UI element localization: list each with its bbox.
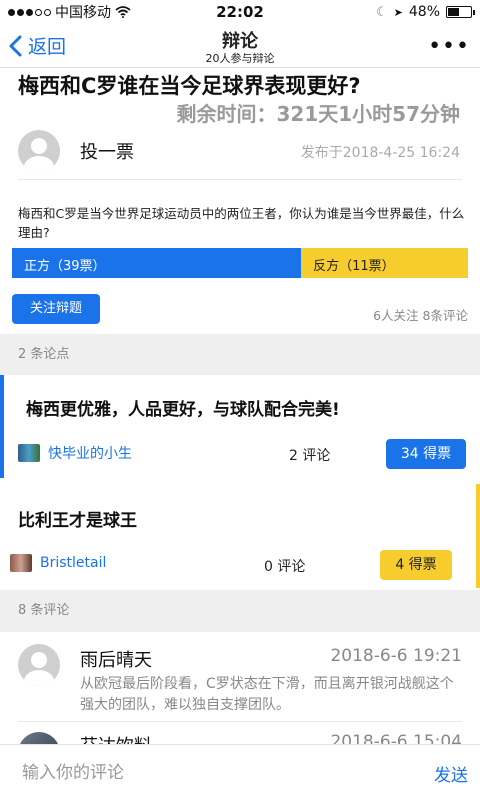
follow-topic-button[interactable]: 关注辩题 — [12, 294, 100, 324]
author-name[interactable]: 投一票 — [80, 138, 134, 164]
argument-card-con[interactable]: 比利王才是球王 Bristletail 0 评论 4 得票 — [0, 484, 480, 588]
avatar[interactable] — [18, 644, 60, 686]
status-right: ☾ ➤ 48% — [376, 4, 475, 20]
moon-icon: ☾ — [376, 4, 388, 20]
argument-score-button[interactable]: 34 得票 — [386, 439, 466, 469]
comment-item: 雨后晴天 2018-6-6 19:21 从欧冠最后阶段看，C罗状态在下滑，而且离… — [18, 644, 462, 722]
location-arrow-icon: ➤ — [393, 5, 403, 19]
signal-icon — [8, 8, 51, 16]
comment-text: 从欧冠最后阶段看，C罗状态在下滑，而且离开银河战舰这个强大的团队，难以独自支撑团… — [80, 676, 454, 713]
vote-bar: 正方（39票） 反方（11票） — [12, 248, 468, 278]
post-date: 发布于2018-4-25 16:24 — [300, 145, 460, 161]
nav-bar: 返回 辩论 20人参与辩论 ••• — [0, 24, 480, 68]
vote-pro-button[interactable]: 正方（39票） — [12, 248, 302, 278]
argument-score-button[interactable]: 4 得票 — [380, 550, 452, 580]
page-subtitle: 20人参与辩论 — [205, 52, 275, 65]
status-bar: 中国移动 22:02 ☾ ➤ 48% — [0, 0, 480, 24]
argument-comments[interactable]: 2 评论 — [289, 445, 330, 465]
send-button[interactable]: 发送 — [434, 761, 468, 786]
debate-description: 梅西和C罗是当今世界足球运动员中的两位王者，你认为谁是当今世界最佳，什么理由? — [18, 206, 465, 240]
more-icon[interactable]: ••• — [428, 34, 470, 59]
author-row: 投一票 发布于2018-4-25 16:24 — [18, 128, 462, 180]
argument-text: 比利王才是球王 — [18, 511, 137, 531]
user-avatar — [10, 554, 32, 572]
arguments-header: 2 条论点 — [0, 334, 480, 375]
comment-author: 雨后晴天 — [80, 650, 152, 671]
carrier-label: 中国移动 — [55, 5, 111, 21]
vote-con-button[interactable]: 反方（11票） — [301, 248, 468, 278]
argument-user[interactable]: 快毕业的小生 — [18, 443, 132, 463]
avatar[interactable] — [18, 130, 60, 172]
comment-input-bar: 发送 — [0, 744, 480, 800]
status-left: 中国移动 — [8, 2, 131, 22]
argument-card-pro[interactable]: 梅西更优雅，人品更好，与球队配合完美! 快毕业的小生 2 评论 34 得票 — [0, 375, 480, 478]
battery-percent: 48% — [408, 4, 440, 20]
argument-user[interactable]: Bristletail — [10, 554, 106, 572]
debate-title: 梅西和C罗谁在当今足球界表现更好? — [18, 74, 361, 98]
argument-comments[interactable]: 0 评论 — [264, 556, 305, 576]
argument-user-name: Bristletail — [40, 555, 107, 571]
battery-icon — [446, 6, 475, 18]
argument-user-name: 快毕业的小生 — [48, 446, 132, 462]
topic-stats: 6人关注 8条评论 — [373, 308, 468, 323]
argument-text: 梅西更优雅，人品更好，与球队配合完美! — [26, 400, 340, 420]
user-avatar — [18, 444, 40, 462]
wifi-icon — [115, 6, 131, 18]
comment-input[interactable] — [22, 759, 392, 787]
remaining-time: 剩余时间：321天1小时57分钟 — [176, 102, 461, 126]
comments-header: 8 条评论 — [0, 590, 480, 632]
comment-date: 2018-6-6 19:21 — [330, 646, 462, 666]
